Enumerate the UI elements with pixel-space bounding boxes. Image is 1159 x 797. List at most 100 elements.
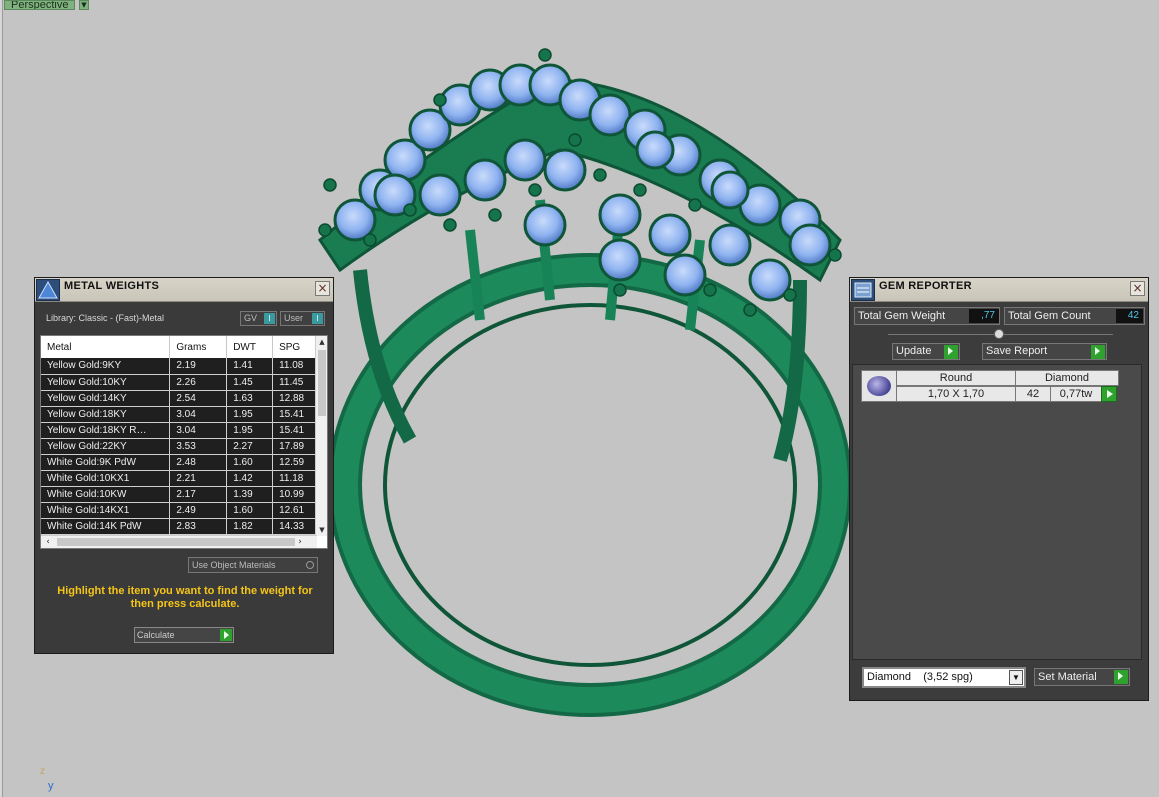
metal-cell: Yellow Gold:9KY <box>41 358 171 375</box>
gem-type-cell: Diamond <box>1015 370 1119 386</box>
gem-shape-cell: Round <box>896 370 1016 386</box>
save-report-label: Save Report <box>986 345 1048 357</box>
set-material-button[interactable]: Set Material <box>1034 668 1130 686</box>
dwt-cell: 1.63 <box>226 390 274 407</box>
table-row[interactable]: White Gold:10KW 2.17 1.39 10.99 <box>41 486 317 503</box>
play-icon <box>1114 670 1128 684</box>
total-gem-weight-field: Total Gem Weight ,77 <box>854 307 1000 325</box>
close-icon[interactable]: × <box>315 281 330 296</box>
grams-cell: 2.49 <box>169 502 228 519</box>
play-icon <box>220 629 232 641</box>
spg-cell: 12.88 <box>272 390 317 407</box>
grams-cell: 2.54 <box>169 390 228 407</box>
metal-weights-title: METAL WEIGHTS <box>64 280 160 292</box>
gv-toggle[interactable]: GV I <box>240 311 277 326</box>
grams-cell: 3.04 <box>169 406 228 423</box>
user-label: User <box>284 313 304 323</box>
table-row[interactable]: Yellow Gold:10KY 2.26 1.45 11.45 <box>41 374 317 391</box>
table-row[interactable]: Yellow Gold:22KY 3.53 2.27 17.89 <box>41 438 317 455</box>
col-grams[interactable]: Grams <box>169 336 228 358</box>
chevron-down-icon[interactable]: ▼ <box>1009 670 1023 685</box>
scroll-right-icon[interactable]: › <box>293 536 307 548</box>
spg-cell: 10.99 <box>272 486 317 503</box>
spg-cell: 15.41 <box>272 406 317 423</box>
table-row[interactable]: Yellow Gold:18KY 3.04 1.95 15.41 <box>41 406 317 423</box>
update-button[interactable]: Update <box>892 343 960 360</box>
table-row[interactable]: Yellow Gold:14KY 2.54 1.63 12.88 <box>41 390 317 407</box>
col-metal[interactable]: Metal <box>41 336 171 358</box>
use-object-materials-toggle[interactable]: Use Object Materials <box>188 557 318 573</box>
col-dwt[interactable]: DWT <box>226 336 274 358</box>
table-row[interactable]: White Gold:9K PdW 2.48 1.60 12.59 <box>41 454 317 471</box>
calculate-button[interactable]: Calculate <box>134 627 234 643</box>
gem-weight-cell: 0,77tw <box>1050 386 1102 402</box>
metal-cell: Yellow Gold:18KY R… <box>41 422 171 439</box>
gem-size-cell: 1,70 X 1,70 <box>896 386 1016 402</box>
dwt-cell: 1.82 <box>226 518 274 535</box>
spg-cell: 11.18 <box>272 470 317 487</box>
metal-cell: White Gold:10KX1 <box>41 470 171 487</box>
gem-reporter-panel: GEM REPORTER × Total Gem Weight ,77 Tota… <box>849 277 1149 701</box>
total-gem-count-value: 42 <box>1116 309 1143 323</box>
vertical-scrollbar[interactable]: ▲ ▼ <box>315 336 327 536</box>
metal-weights-titlebar[interactable]: METAL WEIGHTS × <box>35 278 333 302</box>
user-toggle[interactable]: User I <box>280 311 325 326</box>
slider-handle[interactable] <box>994 329 1004 339</box>
horizontal-scrollbar[interactable]: ‹ › <box>41 535 317 548</box>
col-spg[interactable]: SPG <box>272 336 317 358</box>
set-material-label: Set Material <box>1038 671 1097 683</box>
scroll-down-icon[interactable]: ▼ <box>316 524 327 536</box>
total-gem-count-field: Total Gem Count 42 <box>1004 307 1145 325</box>
scroll-left-icon[interactable]: ‹ <box>41 536 55 548</box>
spg-cell: 11.45 <box>272 374 317 391</box>
gem-list[interactable]: Round Diamond 1,70 X 1,70 42 0,77tw <box>852 364 1142 660</box>
grams-cell: 2.83 <box>169 518 228 535</box>
material-selected-value: Diamond (3,52 spg) <box>867 671 973 683</box>
metal-cell: White Gold:14K PdW <box>41 518 171 535</box>
axis-z-label: z <box>40 766 45 777</box>
viewport-label[interactable]: Perspective <box>4 0 76 10</box>
grams-cell: 3.53 <box>169 438 228 455</box>
use-object-materials-label: Use Object Materials <box>192 560 276 570</box>
table-row[interactable]: White Gold:10KX1 2.21 1.42 11.18 <box>41 470 317 487</box>
scroll-up-icon[interactable]: ▲ <box>316 336 327 348</box>
save-report-button[interactable]: Save Report <box>982 343 1107 360</box>
material-select[interactable]: Diamond (3,52 spg) ▼ <box>862 667 1026 688</box>
gem-detail-button[interactable] <box>1101 386 1117 402</box>
library-label: Library: Classic - (Fast)-Metal <box>46 313 165 323</box>
metal-weights-icon <box>36 279 60 301</box>
gem-count-cell: 42 <box>1015 386 1051 402</box>
gem-reporter-icon <box>851 279 875 301</box>
grams-cell: 3.04 <box>169 422 228 439</box>
dwt-cell: 1.39 <box>226 486 274 503</box>
scroll-thumb[interactable] <box>57 538 295 546</box>
gem-reporter-titlebar[interactable]: GEM REPORTER × <box>850 278 1148 302</box>
table-row[interactable]: White Gold:14KX1 2.49 1.60 12.61 <box>41 502 317 519</box>
grams-cell: 2.17 <box>169 486 228 503</box>
grams-cell: 2.21 <box>169 470 228 487</box>
metal-table[interactable]: Metal Grams DWT SPG Yellow Gold:9KY 2.19 1… <box>40 335 328 549</box>
dwt-cell: 1.42 <box>226 470 274 487</box>
play-icon <box>944 345 958 359</box>
play-icon <box>1091 345 1105 359</box>
ring-model <box>318 48 852 717</box>
metal-weights-panel: METAL WEIGHTS × Library: Classic - (Fast… <box>34 277 334 654</box>
round-diamond-icon <box>861 370 897 402</box>
instruction-text: Highlight the item you want to find the … <box>57 585 313 610</box>
gv-toggle-icon: I <box>264 313 275 324</box>
spg-cell: 12.61 <box>272 502 317 519</box>
scroll-thumb[interactable] <box>318 350 326 416</box>
table-row[interactable]: White Gold:14K PdW 2.83 1.82 14.33 <box>41 518 317 535</box>
table-row[interactable]: Yellow Gold:9KY 2.19 1.41 11.08 <box>41 358 317 375</box>
viewport-border <box>0 0 3 797</box>
metal-cell: Yellow Gold:18KY <box>41 406 171 423</box>
total-gem-weight-label: Total Gem Weight <box>858 310 946 322</box>
table-row[interactable]: Yellow Gold:18KY R… 3.04 1.95 15.41 <box>41 422 317 439</box>
dwt-cell: 1.95 <box>226 422 274 439</box>
dwt-cell: 2.27 <box>226 438 274 455</box>
viewport-menu-arrow-icon[interactable]: ▼ <box>79 0 89 10</box>
axis-y-label: y <box>48 780 54 792</box>
total-gem-weight-value: ,77 <box>969 309 999 323</box>
total-gem-count-label: Total Gem Count <box>1008 310 1091 322</box>
close-icon[interactable]: × <box>1130 281 1145 296</box>
